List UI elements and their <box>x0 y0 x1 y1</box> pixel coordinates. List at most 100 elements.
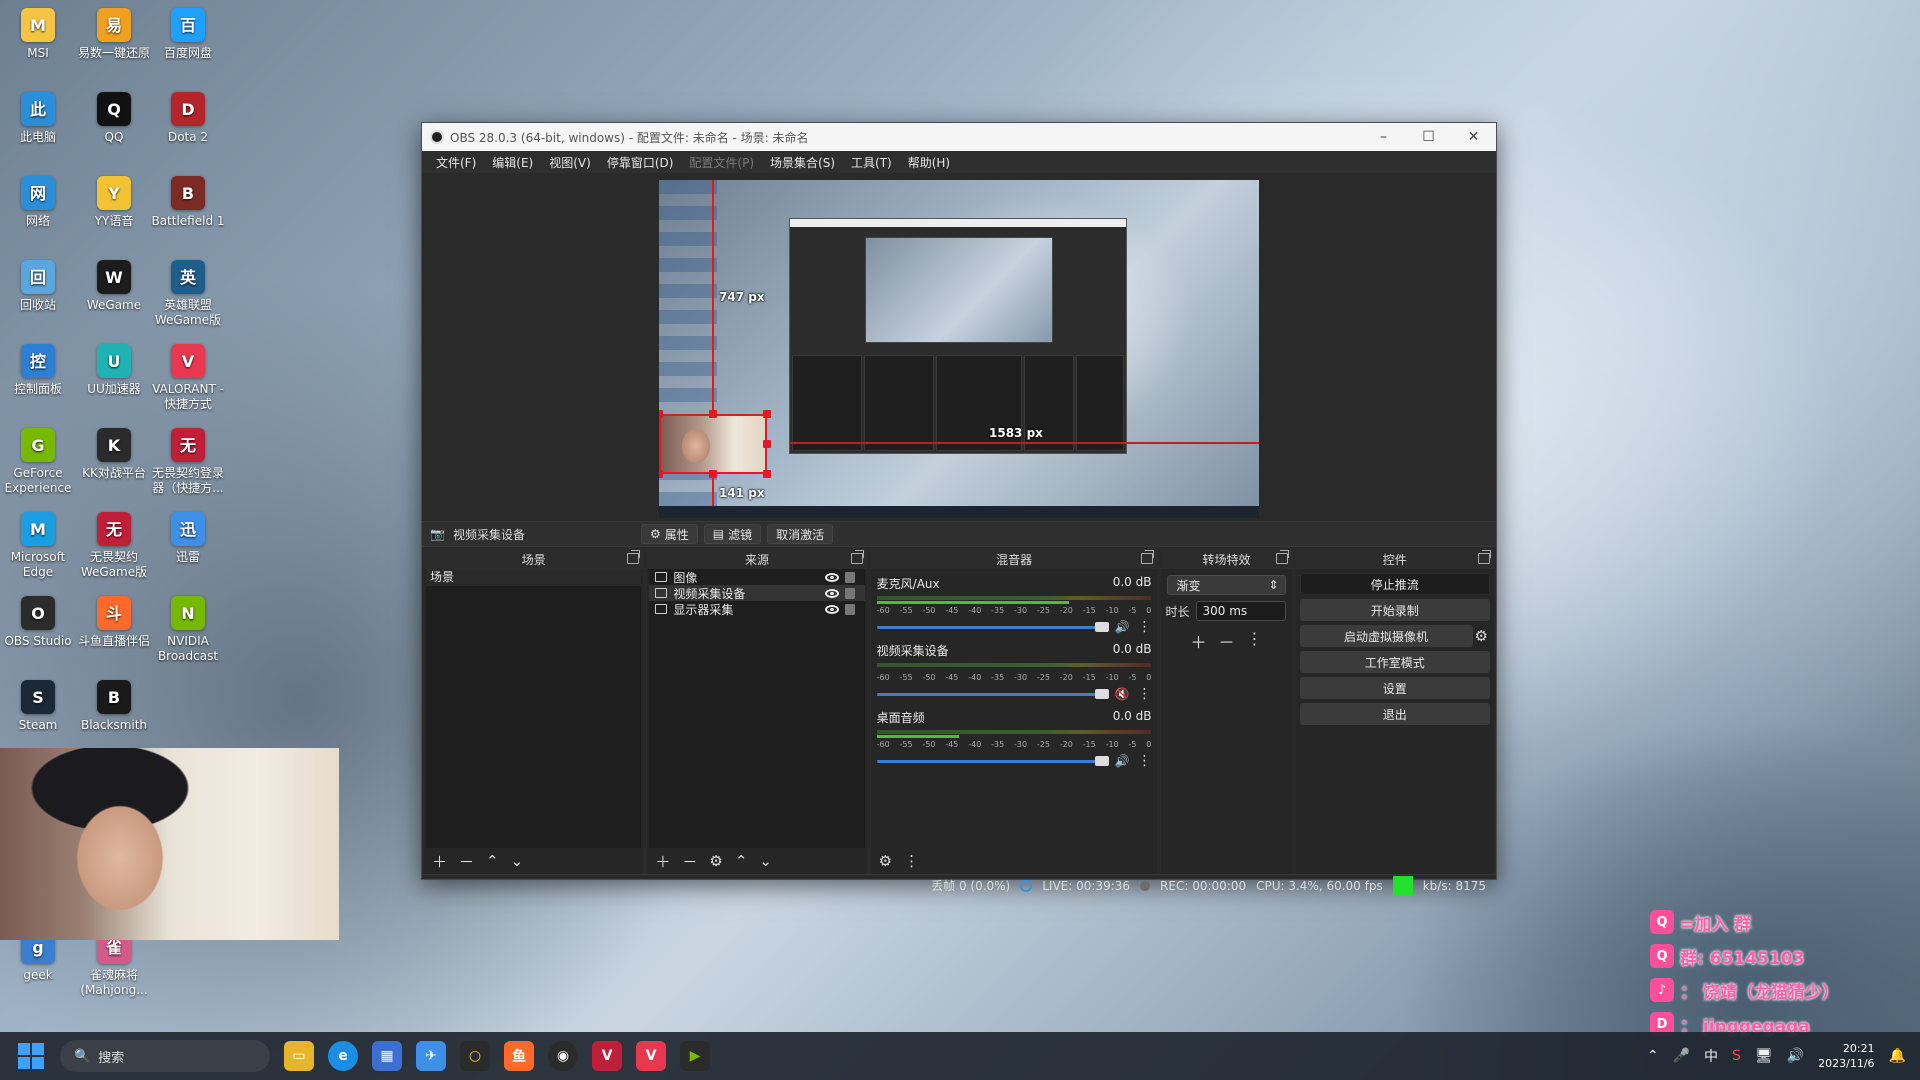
desktop-icon[interactable]: B Battlefield 1 <box>150 176 226 229</box>
file-explorer-icon[interactable]: ▭ <box>284 1041 314 1071</box>
settings-button[interactable]: 设置 <box>1299 677 1490 699</box>
desktop-icon[interactable]: B Blacksmith <box>76 680 152 733</box>
add-source-button[interactable]: ＋ <box>655 851 670 872</box>
desktop-icon[interactable]: 百百度网盘 <box>150 8 226 61</box>
network-icon[interactable]: 🖥 <box>1755 1048 1773 1064</box>
exit-button[interactable]: 退出 <box>1299 703 1490 725</box>
desktop-icon[interactable]: M Microsoft Edge <box>0 512 76 580</box>
nvidia-broadcast-icon[interactable]: ▶ <box>680 1041 710 1071</box>
move-up-button[interactable]: ⌃ <box>735 852 748 870</box>
menu-tools[interactable]: 工具(T) <box>843 154 900 171</box>
visibility-eye-icon[interactable] <box>824 588 839 598</box>
remove-source-button[interactable]: － <box>682 851 697 872</box>
douyu-icon[interactable]: 鱼 <box>504 1041 534 1071</box>
edge-icon[interactable]: e <box>328 1041 358 1071</box>
resize-handle[interactable] <box>659 470 663 478</box>
source-item[interactable]: 图像 <box>649 569 864 585</box>
desktop-icon[interactable]: 英英雄联盟WeGame版 <box>150 260 226 328</box>
selected-source-box[interactable] <box>659 414 767 474</box>
desktop-icon[interactable]: 此此电脑 <box>0 92 76 145</box>
minimize-button[interactable]: – <box>1361 123 1406 151</box>
resize-handle[interactable] <box>709 410 717 418</box>
undock-icon[interactable] <box>627 550 641 564</box>
volume-slider[interactable] <box>876 688 1109 699</box>
source-settings-gear-icon[interactable]: ⚙ <box>709 852 722 870</box>
add-scene-button[interactable]: ＋ <box>432 851 447 872</box>
speaker-icon[interactable]: 🔊 <box>1115 620 1130 634</box>
move-down-button[interactable]: ⌄ <box>759 852 772 870</box>
desktop-icon[interactable]: U UU加速器 <box>76 344 152 397</box>
more-options-icon[interactable]: ⋮ <box>1137 686 1151 702</box>
duration-input[interactable]: 300 ms <box>1195 601 1286 621</box>
volume-slider[interactable] <box>876 621 1109 632</box>
taskbar-search[interactable]: 🔍 搜索 <box>60 1040 270 1072</box>
lock-icon[interactable] <box>844 587 855 599</box>
clock[interactable]: 20:21 2023/11/6 <box>1818 1041 1874 1071</box>
deactivate-button[interactable]: 取消激活 <box>767 524 834 544</box>
start-virtual-camera-button[interactable]: 启动虚拟摄像机 <box>1299 625 1473 647</box>
resize-handle[interactable] <box>659 410 663 418</box>
undock-icon[interactable] <box>850 550 864 564</box>
volume-icon[interactable]: 🔊 <box>1787 1048 1804 1064</box>
studio-mode-button[interactable]: 工作室模式 <box>1299 651 1490 673</box>
undock-icon[interactable] <box>1478 550 1491 564</box>
desktop-icon[interactable]: K KK对战平台 <box>76 428 152 481</box>
menu-edit[interactable]: 编辑(E) <box>484 154 541 171</box>
ime-indicator[interactable]: 中 <box>1704 1046 1718 1066</box>
microphone-icon[interactable]: 🎤 <box>1673 1048 1690 1064</box>
undock-icon[interactable] <box>1141 550 1155 564</box>
desktop-icon[interactable]: 无无畏契约WeGame版 <box>76 512 152 580</box>
chevron-up-icon[interactable]: ⌃ <box>1647 1048 1659 1064</box>
resize-handle[interactable] <box>763 470 771 478</box>
transition-select[interactable]: 渐变 ⇕ <box>1167 575 1286 595</box>
obs-icon[interactable]: ◉ <box>548 1041 578 1071</box>
desktop-icon[interactable]: 斗斗鱼直播伴侣 <box>76 596 152 649</box>
source-item[interactable]: 显示器采集 <box>649 601 864 617</box>
menu-profile[interactable]: 配置文件(P) <box>681 154 762 171</box>
virtual-camera-gear-icon[interactable]: ⚙ <box>1475 627 1488 645</box>
scene-item[interactable]: 场景 <box>426 569 642 586</box>
close-button[interactable]: ✕ <box>1451 123 1496 151</box>
menu-help[interactable]: 帮助(H) <box>900 154 958 171</box>
yy-icon[interactable]: ○ <box>460 1041 490 1071</box>
more-options-icon[interactable]: ⋮ <box>1137 619 1151 635</box>
menu-file[interactable]: 文件(F) <box>428 154 484 171</box>
desktop-icon[interactable]: O OBS Studio <box>0 596 76 649</box>
undock-icon[interactable] <box>1275 550 1289 564</box>
notification-bell-icon[interactable]: 🔔 <box>1889 1048 1906 1064</box>
add-transition-button[interactable]: ＋ <box>1190 629 1206 653</box>
stop-streaming-button[interactable]: 停止推流 <box>1299 573 1490 595</box>
move-up-button[interactable]: ⌃ <box>486 852 499 870</box>
move-down-button[interactable]: ⌄ <box>511 852 524 870</box>
lock-icon[interactable] <box>844 603 855 615</box>
thunder-icon[interactable]: ✈ <box>416 1041 446 1071</box>
desktop-icon[interactable]: S Steam <box>0 680 76 733</box>
desktop-icon[interactable]: D Dota 2 <box>150 92 226 145</box>
visibility-eye-icon[interactable] <box>824 572 839 582</box>
advanced-audio-gear-icon[interactable]: ⚙ <box>879 852 892 870</box>
more-options-icon[interactable]: ⋮ <box>1137 753 1151 769</box>
title-bar[interactable]: OBS 28.0.3 (64-bit, windows) - 配置文件: 未命名… <box>422 123 1496 151</box>
more-options-icon[interactable]: ⋮ <box>904 852 919 870</box>
properties-button[interactable]: ⚙ 属性 <box>641 524 698 544</box>
windows-start-icon[interactable] <box>18 1043 44 1069</box>
store-icon[interactable]: ▦ <box>372 1041 402 1071</box>
speaker-icon[interactable]: 🔊 <box>1115 754 1130 768</box>
desktop-icon[interactable]: W WeGame <box>76 260 152 313</box>
preview-canvas[interactable]: 747 px 1583 px 141 px <box>659 180 1259 518</box>
remove-transition-button[interactable]: － <box>1218 629 1234 653</box>
desktop-icon[interactable]: Q QQ <box>76 92 152 145</box>
desktop-icon[interactable]: 迅迅雷 <box>150 512 226 565</box>
source-item[interactable]: 视频采集设备 <box>649 585 865 601</box>
lock-icon[interactable] <box>844 571 855 583</box>
menu-view[interactable]: 视图(V) <box>541 154 599 171</box>
desktop-icon[interactable]: V VALORANT - 快捷方式 <box>150 344 226 412</box>
filters-button[interactable]: ▤ 滤镜 <box>703 524 762 544</box>
maximize-button[interactable]: ☐ <box>1406 123 1451 151</box>
visibility-eye-icon[interactable] <box>824 604 839 614</box>
desktop-icon[interactable]: 易易数一键还原 <box>76 8 152 61</box>
desktop-icon[interactable]: 雀雀魂麻将(Mahjong... <box>76 930 152 998</box>
sogou-icon[interactable]: S <box>1732 1048 1741 1064</box>
menu-scene-collection[interactable]: 场景集合(S) <box>762 154 843 171</box>
valorant-launcher-icon[interactable]: V <box>636 1041 666 1071</box>
